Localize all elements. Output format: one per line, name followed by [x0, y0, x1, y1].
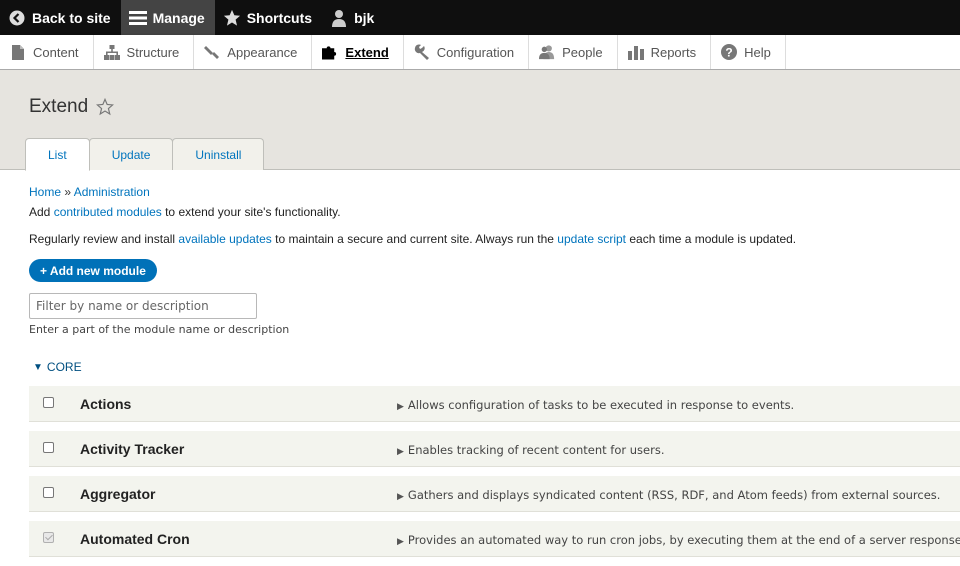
contributed-modules-link[interactable]: contributed modules	[54, 205, 162, 219]
tray-item-label: Appearance	[227, 44, 298, 60]
star-icon	[223, 9, 241, 27]
wrench-icon	[414, 44, 430, 60]
module-description: Provides an automated way to run cron jo…	[407, 533, 960, 547]
tray-item-help[interactable]: ? Help	[711, 35, 786, 69]
tray-item-label: Configuration	[436, 44, 515, 60]
tray-item-label: Help	[744, 44, 771, 60]
module-filter-input[interactable]	[29, 293, 257, 319]
tray-item-label: Extend	[345, 44, 389, 60]
intro-text-2: Regularly review and install available u…	[29, 232, 796, 246]
module-checkbox[interactable]	[43, 442, 54, 453]
intro-text-1: Add contributed modules to extend your s…	[29, 205, 341, 219]
tray-item-label: Content	[33, 44, 79, 60]
module-description-toggle[interactable]: ▶ Gathers and displays syndicated content…	[397, 488, 940, 502]
breadcrumb-administration-link[interactable]: Administration	[74, 185, 150, 199]
user-icon	[330, 9, 348, 27]
admin-tray: Content Structure Appearance Extend Conf…	[0, 35, 960, 70]
tray-item-label: Reports	[650, 44, 697, 60]
breadcrumb-home-link[interactable]: Home	[29, 185, 61, 199]
module-description: Enables tracking of recent content for u…	[407, 443, 665, 457]
tray-item-reports[interactable]: Reports	[618, 35, 712, 69]
hamburger-icon	[128, 9, 147, 27]
module-row: Automated Cron ▶ Provides an automated wa…	[29, 521, 960, 557]
module-row: Aggregator ▶ Gathers and displays syndica…	[29, 476, 960, 512]
tray-item-configuration[interactable]: Configuration	[404, 35, 530, 69]
tray-item-label: People	[562, 44, 603, 60]
core-package-toggle[interactable]: ▼ CORE	[33, 360, 82, 374]
module-name: Automated Cron	[80, 531, 190, 547]
help-icon: ?	[721, 44, 738, 60]
tab-uninstall[interactable]: Uninstall	[172, 138, 265, 170]
module-description: Allows configuration of tasks to be exec…	[407, 398, 795, 412]
people-icon	[539, 44, 555, 60]
back-to-site-link[interactable]: Back to site	[0, 0, 121, 35]
paintbrush-icon	[204, 44, 220, 60]
module-description-toggle[interactable]: ▶ Allows configuration of tasks to be exe…	[397, 398, 794, 412]
page-title: Extend	[29, 96, 89, 117]
tray-item-structure[interactable]: Structure	[94, 35, 195, 69]
intro-text: Add	[29, 205, 54, 219]
tab-update[interactable]: Update	[88, 138, 174, 170]
breadcrumb-separator: »	[64, 185, 72, 199]
breadcrumb: Home » Administration	[29, 185, 150, 199]
tray-item-extend[interactable]: Extend	[312, 35, 404, 69]
tray-item-appearance[interactable]: Appearance	[194, 35, 313, 69]
filter-description: Enter a part of the module name or descr…	[29, 323, 290, 336]
intro-text: to extend your site's functionality.	[161, 205, 341, 219]
module-checkbox[interactable]	[43, 487, 54, 498]
tray-item-people[interactable]: People	[529, 35, 618, 69]
primary-tabs: List Update Uninstall	[25, 138, 265, 171]
sitemap-icon	[103, 44, 120, 60]
module-name: Aggregator	[80, 486, 156, 502]
page-title-wrap: Extend	[29, 96, 115, 118]
shortcuts-toggle[interactable]: Shortcuts	[215, 0, 322, 35]
back-to-site-label: Back to site	[32, 9, 111, 26]
triangle-right-icon: ▶	[397, 447, 404, 457]
module-description-toggle[interactable]: ▶ Provides an automated way to run cron j…	[397, 533, 960, 547]
module-row: Actions ▶ Allows configuration of tasks t…	[29, 386, 960, 422]
shortcuts-label: Shortcuts	[246, 9, 313, 26]
puzzle-icon	[322, 44, 338, 60]
shortcut-star-icon[interactable]	[96, 97, 115, 116]
module-checkbox-checked-disabled	[43, 532, 54, 543]
module-name: Actions	[80, 396, 132, 412]
module-checkbox[interactable]	[43, 397, 54, 408]
tray-item-content[interactable]: Content	[0, 35, 94, 69]
triangle-down-icon: ▼	[33, 361, 43, 373]
module-row: Activity Tracker ▶ Enables tracking of re…	[29, 431, 960, 467]
manage-label: Manage	[152, 9, 205, 26]
bar-chart-icon	[627, 44, 644, 60]
page-header: Extend List Update Uninstall	[0, 70, 960, 171]
svg-text:?: ?	[725, 46, 732, 60]
triangle-right-icon: ▶	[397, 537, 404, 547]
back-arrow-icon	[8, 9, 26, 27]
tray-item-label: Structure	[126, 44, 180, 60]
admin-toolbar: Back to site Manage Shortcuts bjk	[0, 0, 960, 35]
module-name: Activity Tracker	[80, 441, 185, 457]
user-toggle[interactable]: bjk	[322, 0, 384, 35]
module-description: Gathers and displays syndicated content …	[407, 488, 941, 502]
add-new-module-button[interactable]: + Add new module	[29, 259, 157, 282]
update-script-link[interactable]: update script	[557, 232, 626, 246]
file-icon	[10, 44, 26, 60]
intro-text: to maintain a secure and current site. A…	[271, 232, 558, 246]
manage-toggle[interactable]: Manage	[120, 0, 215, 35]
intro-text: each time a module is updated.	[626, 232, 797, 246]
triangle-right-icon: ▶	[397, 492, 404, 502]
user-label: bjk	[354, 9, 375, 26]
module-description-toggle[interactable]: ▶ Enables tracking of recent content for …	[397, 443, 664, 457]
tab-list[interactable]: List	[25, 138, 90, 171]
core-package-label: CORE	[46, 360, 82, 374]
available-updates-link[interactable]: available updates	[178, 232, 271, 246]
triangle-right-icon: ▶	[397, 402, 404, 412]
intro-text: Regularly review and install	[29, 232, 179, 246]
